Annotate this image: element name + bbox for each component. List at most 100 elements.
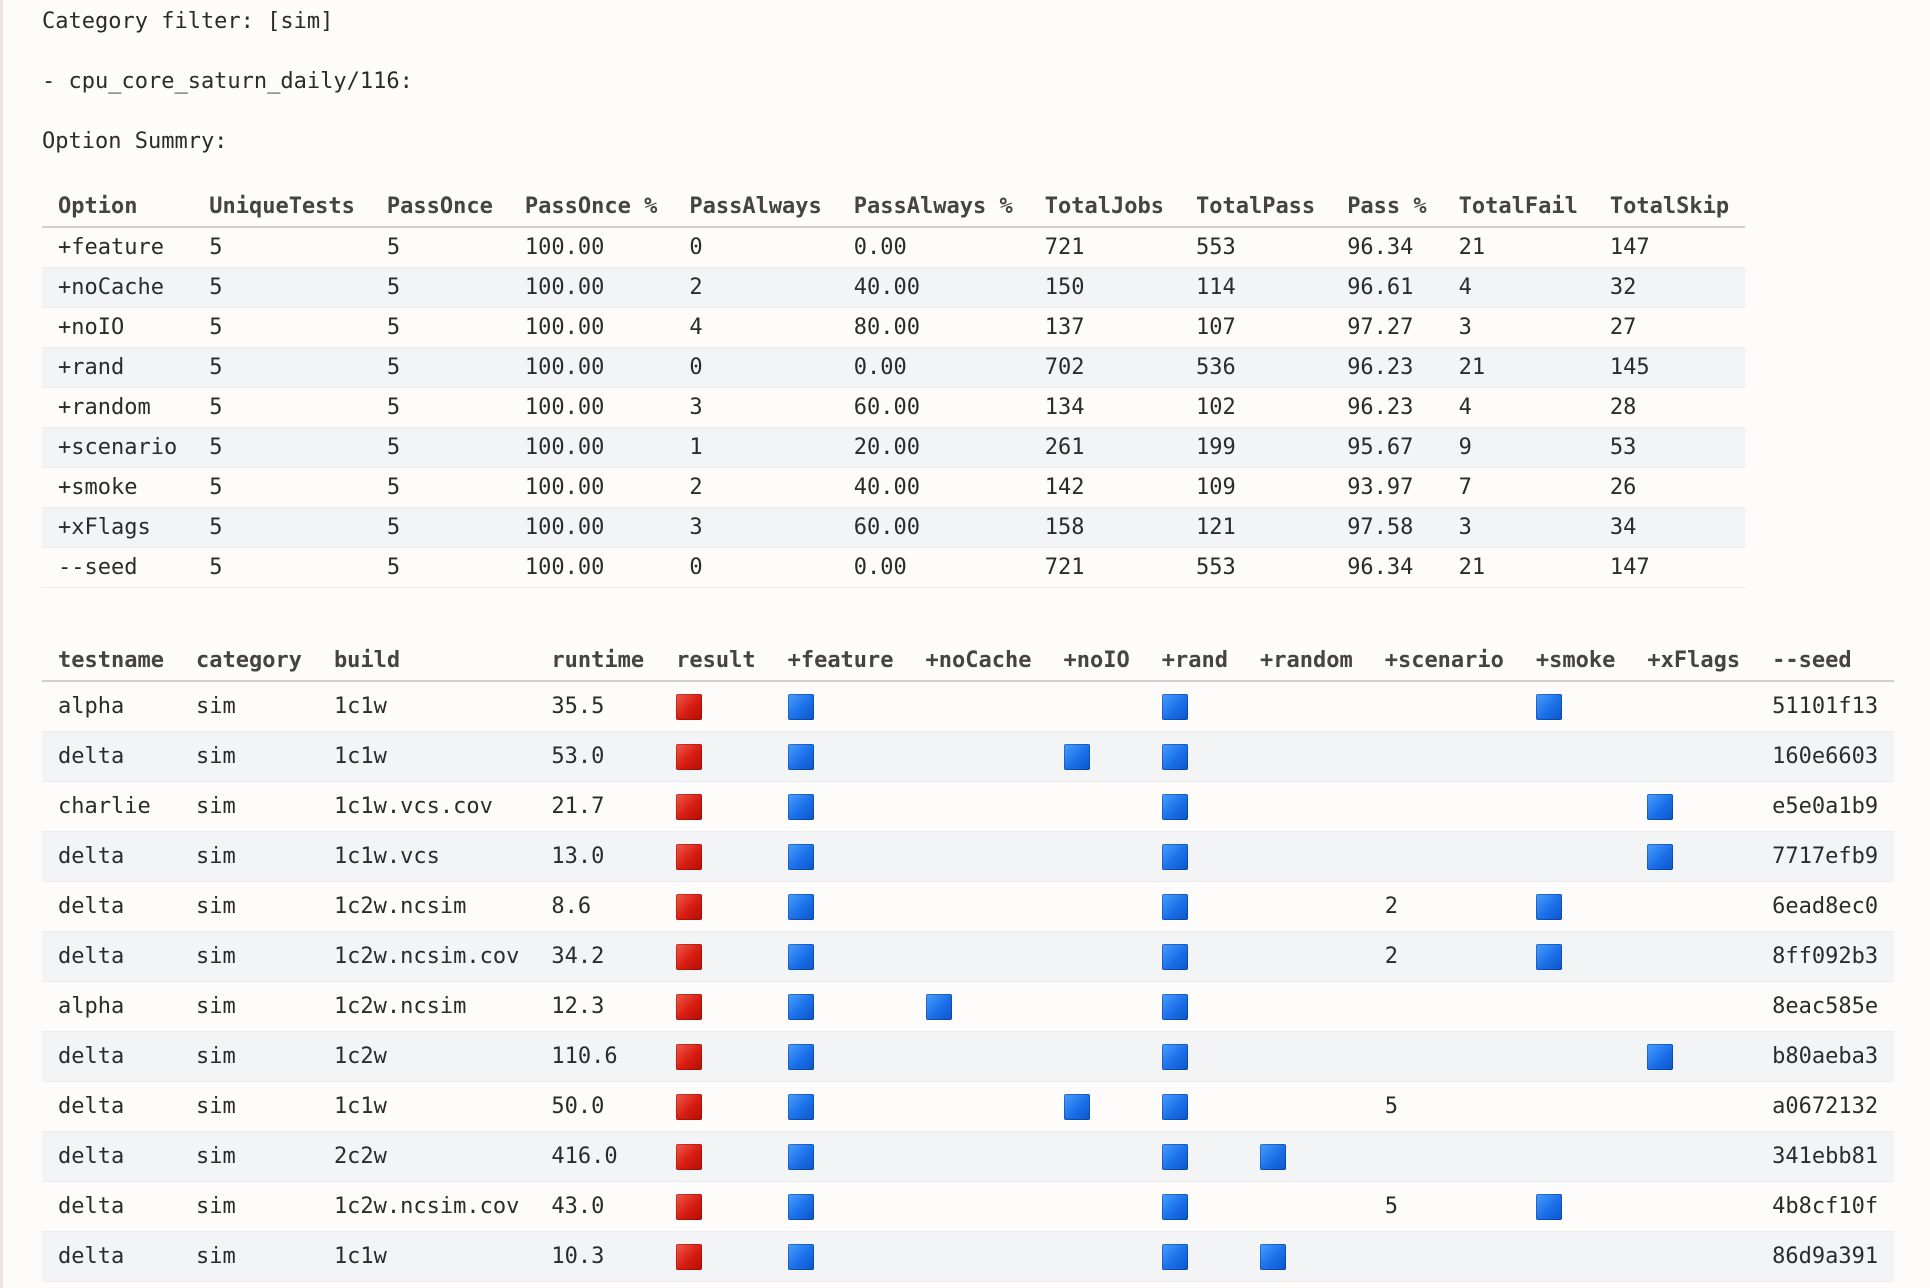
summary-value-cell: 5	[193, 267, 371, 308]
seed-cell: 86d9a391	[1756, 1231, 1895, 1282]
option-scenario-cell	[1368, 731, 1520, 782]
results-col-header: runtime	[535, 640, 661, 682]
result-cell	[660, 1031, 772, 1082]
runtime-cell: 416.0	[535, 1131, 661, 1182]
option-smoke-cell	[1519, 831, 1632, 882]
result-cell	[660, 681, 772, 732]
table-row: delta sim 2c2w 416.0 341ebb81	[42, 1131, 1895, 1182]
option-enabled-square-icon	[1161, 793, 1188, 820]
summary-value-cell: 96.34	[1331, 547, 1443, 588]
results-col-header: testname	[42, 640, 180, 682]
category-cell: sim	[179, 1181, 318, 1232]
summary-row: --seed 5 5 100.00 0 0.00 721 553 96.34 21 147	[42, 547, 1746, 588]
summary-value-cell: 5	[193, 307, 371, 348]
option-enabled-square-icon	[787, 693, 814, 720]
summary-value-cell: 21	[1442, 547, 1594, 588]
summary-value-cell: 0.00	[837, 347, 1029, 388]
summary-value-cell: 5	[370, 267, 509, 308]
option-xflags-cell	[1631, 831, 1757, 882]
option-smoke-cell	[1519, 981, 1632, 1032]
summary-value-cell: 5	[370, 307, 509, 348]
summary-value-cell: 137	[1028, 307, 1180, 348]
option-feature-cell	[771, 981, 910, 1032]
summary-value-cell: 5	[193, 547, 371, 588]
summary-value-cell: 134	[1028, 387, 1180, 428]
option-xflags-cell	[1631, 1181, 1757, 1232]
option-enabled-square-icon	[1063, 743, 1090, 770]
summary-value-cell: 121	[1179, 507, 1332, 548]
results-col-header: +xFlags	[1631, 640, 1757, 682]
summary-value-cell: 721	[1028, 547, 1180, 588]
option-enabled-square-icon	[1535, 893, 1562, 920]
option-enabled-square-icon	[1063, 1093, 1090, 1120]
runtime-cell: 12.3	[535, 981, 661, 1032]
fail-square-icon	[676, 693, 703, 720]
option-enabled-square-icon	[1535, 943, 1562, 970]
summary-col-header: PassAlways %	[837, 186, 1029, 228]
option-smoke-cell	[1519, 731, 1632, 782]
category-cell: sim	[179, 931, 318, 982]
fail-square-icon	[676, 1243, 703, 1270]
fail-square-icon	[676, 1143, 703, 1170]
build-cell: 1c2w.ncsim.cov	[317, 931, 536, 982]
option-rand-cell	[1145, 1031, 1244, 1082]
option-noio-cell	[1047, 881, 1146, 932]
option-noio-cell	[1047, 731, 1146, 782]
seed-cell: 6ead8ec0	[1756, 881, 1895, 932]
testname-cell: delta	[42, 1131, 180, 1182]
summary-value-cell: 0.00	[837, 227, 1029, 268]
option-random-cell	[1243, 1131, 1369, 1182]
option-nocache-cell	[909, 1231, 1048, 1282]
results-col-header: +noCache	[909, 640, 1048, 682]
runtime-cell: 34.2	[535, 931, 661, 982]
summary-row: +scenario 5 5 100.00 1 20.00 261 199 95.67 9 53	[42, 427, 1746, 468]
category-cell: sim	[179, 981, 318, 1032]
option-noio-cell	[1047, 1031, 1146, 1082]
table-row: delta sim 1c2w.ncsim.cov 43.0 5 4b8cf10f	[42, 1181, 1895, 1232]
job-name-line: - cpu_core_saturn_daily/116:	[42, 69, 413, 94]
build-cell: 2c2w	[317, 1131, 536, 1182]
option-scenario-cell	[1368, 1131, 1520, 1182]
option-xflags-cell	[1631, 1131, 1757, 1182]
summary-value-cell: 26	[1593, 467, 1746, 508]
summary-header-row: Option UniqueTests PassOnce PassOnce % PassA…	[42, 186, 1746, 228]
option-enabled-square-icon	[1647, 1043, 1674, 1070]
summary-value-cell: 95.67	[1331, 427, 1443, 468]
option-enabled-square-icon	[1259, 1143, 1286, 1170]
option-smoke-cell	[1519, 1081, 1632, 1132]
summary-value-cell: 93.97	[1331, 467, 1443, 508]
option-rand-cell	[1145, 731, 1244, 782]
summary-col-header: TotalPass	[1179, 186, 1332, 228]
summary-value-cell: 553	[1179, 547, 1332, 588]
option-scenario-cell	[1368, 781, 1520, 832]
summary-value-cell: 536	[1179, 347, 1332, 388]
option-enabled-square-icon	[1161, 893, 1188, 920]
testname-cell: delta	[42, 1081, 180, 1132]
option-rand-cell	[1145, 1131, 1244, 1182]
option-nocache-cell	[909, 1131, 1048, 1182]
summary-row: +rand 5 5 100.00 0 0.00 702 536 96.23 21 145	[42, 347, 1746, 388]
category-cell: sim	[179, 1081, 318, 1132]
option-smoke-cell	[1519, 931, 1632, 982]
fail-square-icon	[676, 993, 703, 1020]
option-feature-cell	[771, 781, 910, 832]
summary-value-cell: 5	[193, 387, 371, 428]
left-border	[0, 0, 3, 1288]
summary-value-cell: 702	[1028, 347, 1180, 388]
summary-value-cell: 40.00	[837, 267, 1029, 308]
summary-value-cell: 100.00	[508, 427, 674, 468]
runtime-cell: 21.7	[535, 781, 661, 832]
summary-value-cell: 3	[1442, 507, 1594, 548]
option-nocache-cell	[909, 1031, 1048, 1082]
summary-value-cell: 60.00	[837, 507, 1029, 548]
results-col-header: +random	[1243, 640, 1369, 682]
result-cell	[660, 831, 772, 882]
summary-value-cell: 100.00	[508, 227, 674, 268]
category-cell: sim	[179, 731, 318, 782]
testname-cell: delta	[42, 831, 180, 882]
seed-cell: b80aeba3	[1756, 1031, 1895, 1082]
category-cell: sim	[179, 781, 318, 832]
option-rand-cell	[1145, 1181, 1244, 1232]
option-random-cell	[1243, 781, 1369, 832]
table-row: delta sim 1c2w 110.6 b80aeba3	[42, 1031, 1895, 1082]
